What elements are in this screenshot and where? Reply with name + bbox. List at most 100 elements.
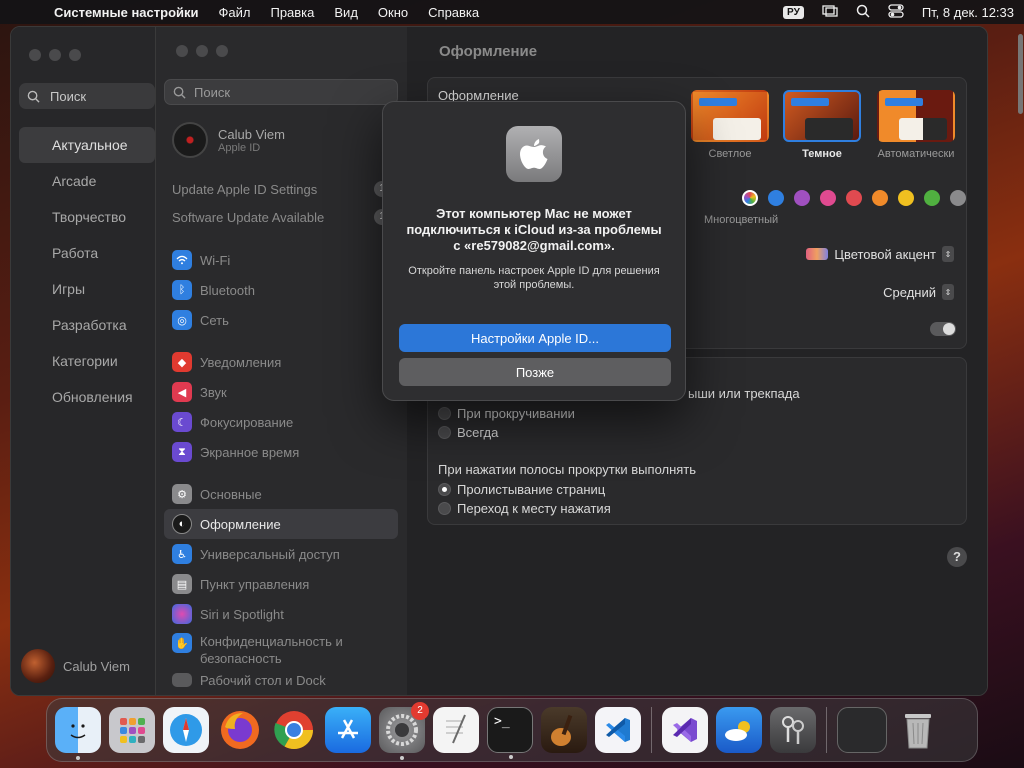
accent-graphite-swatch[interactable] — [950, 190, 966, 206]
sidebar-item-bluetooth[interactable]: ᛒ Bluetooth — [164, 275, 398, 305]
dock: 2 >_ — [46, 698, 978, 762]
menu-app-name[interactable]: Системные настройки — [54, 5, 199, 20]
minimize-button[interactable] — [196, 45, 208, 57]
radio-label: Пролистывание страниц — [457, 482, 606, 497]
apple-id-settings-button[interactable]: Настройки Apple ID... — [399, 324, 671, 352]
vscode-icon[interactable] — [595, 707, 641, 753]
sidebar-item-label: Bluetooth — [200, 282, 255, 298]
theme-light-option[interactable]: Светлое — [690, 90, 770, 160]
menubar-clock[interactable]: Пт, 8 дек. 12:33 — [922, 5, 1014, 20]
highlight-color-chip — [806, 248, 829, 260]
scrollbar-when-scrolling-option[interactable]: При прокручивании — [438, 406, 575, 421]
sidebar-item-focus[interactable]: ☾ Фокусирование — [164, 407, 398, 437]
background-nav-item[interactable]: Актуальное — [19, 127, 155, 163]
sidebar-item-siri[interactable]: Siri и Spotlight — [164, 599, 398, 629]
close-button[interactable] — [176, 45, 188, 57]
sidebar-icon-size-popup[interactable]: Средний ⇕ — [883, 284, 954, 300]
accent-orange-swatch[interactable] — [872, 190, 888, 206]
close-button[interactable] — [29, 49, 41, 61]
background-search-field[interactable]: Поиск — [19, 83, 155, 109]
background-nav-item[interactable]: Обновления — [19, 379, 155, 415]
accent-multicolor-swatch[interactable] — [742, 190, 758, 206]
sidebar-notice-apple-id[interactable]: Update Apple ID Settings 1 — [164, 175, 398, 203]
desktop-scrollbar[interactable] — [1018, 34, 1023, 114]
background-nav-item[interactable]: Категории — [19, 343, 155, 379]
background-nav-item[interactable]: Творчество — [19, 199, 155, 235]
background-nav-item[interactable]: Arcade — [19, 163, 155, 199]
jump-to-spot-option[interactable]: Переход к месту нажатия — [438, 501, 611, 516]
screen-preview-icon[interactable] — [837, 707, 887, 753]
radio-label: При прокручивании — [457, 406, 575, 421]
background-nav-item[interactable]: Разработка — [19, 307, 155, 343]
moon-icon: ☾ — [172, 412, 192, 432]
help-button[interactable]: ? — [947, 547, 967, 567]
sidebar-item-notifications[interactable]: ◆ Уведомления — [164, 347, 398, 377]
accent-pink-swatch[interactable] — [820, 190, 836, 206]
later-button[interactable]: Позже — [399, 358, 671, 386]
input-source-indicator[interactable]: РУ — [783, 5, 804, 19]
dock-separator — [651, 707, 652, 753]
radio-button — [438, 426, 451, 439]
terminal-icon[interactable]: >_ — [487, 707, 533, 759]
menu-window[interactable]: Окно — [378, 5, 408, 20]
bell-icon: ◆ — [172, 352, 192, 372]
background-account[interactable]: Calub Viem — [21, 649, 130, 683]
avatar — [21, 649, 55, 683]
theme-dark-option[interactable]: Темное — [782, 90, 862, 160]
apple-id-account[interactable]: Calub Viem Apple ID — [172, 122, 285, 158]
zoom-button[interactable] — [69, 49, 81, 61]
theme-light-thumbnail — [691, 90, 769, 142]
sidebar-item-network[interactable]: ◎ Сеть — [164, 305, 398, 335]
menu-edit[interactable]: Правка — [270, 5, 314, 20]
jump-to-next-page-option[interactable]: Пролистывание страниц — [438, 482, 605, 497]
globe-icon: ◎ — [172, 310, 192, 330]
sidebar-item-desktop-dock[interactable]: Рабочий стол и Dock — [164, 673, 398, 687]
control-center-icon[interactable] — [888, 3, 904, 21]
menu-help[interactable]: Справка — [428, 5, 479, 20]
keychain-icon[interactable] — [770, 707, 816, 753]
sidebar-item-sound[interactable]: ◀ Звук — [164, 377, 398, 407]
sidebar-item-privacy[interactable]: ✋ Конфиденциальность и безопасность — [164, 629, 398, 673]
menu-file[interactable]: Файл — [219, 5, 251, 20]
spotlight-search-icon[interactable] — [856, 4, 870, 21]
dock-icon — [172, 673, 192, 687]
accent-blue-swatch[interactable] — [768, 190, 784, 206]
wallpaper-tinting-toggle[interactable] — [930, 322, 956, 336]
accent-yellow-swatch[interactable] — [898, 190, 914, 206]
chrome-icon[interactable] — [271, 707, 317, 753]
sidebar-item-label: Рабочий стол и Dock — [200, 673, 326, 687]
zoom-button[interactable] — [216, 45, 228, 57]
accent-purple-swatch[interactable] — [794, 190, 810, 206]
minimize-button[interactable] — [49, 49, 61, 61]
sidebar-item-appearance[interactable]: ◐ Оформление — [164, 509, 398, 539]
highlight-color-popup[interactable]: Цветовой акцент ⇕ — [806, 246, 954, 262]
launchpad-icon[interactable] — [109, 707, 155, 753]
screen-mirroring-icon[interactable] — [822, 4, 838, 20]
trash-icon[interactable] — [895, 707, 941, 753]
sidebar-item-general[interactable]: ⚙ Основные — [164, 479, 398, 509]
radio-button — [438, 502, 451, 515]
sidebar-item-wifi[interactable]: Wi-Fi — [164, 245, 398, 275]
garageband-icon[interactable] — [541, 707, 587, 753]
sidebar-notice-software-update[interactable]: Software Update Available 1 — [164, 203, 398, 231]
weather-icon[interactable] — [716, 707, 762, 753]
app-store-icon[interactable] — [325, 707, 371, 753]
scrollbar-always-option[interactable]: Всегда — [438, 425, 498, 440]
background-nav-item[interactable]: Игры — [19, 271, 155, 307]
accent-green-swatch[interactable] — [924, 190, 940, 206]
textedit-icon[interactable] — [433, 707, 479, 753]
sidebar-item-screen-time[interactable]: ⧗ Экранное время — [164, 437, 398, 467]
finder-icon[interactable] — [55, 707, 101, 760]
theme-auto-option[interactable]: Автоматически — [876, 90, 956, 160]
safari-icon[interactable] — [163, 707, 209, 753]
sidebar-search-field[interactable]: Поиск — [164, 79, 398, 105]
firefox-icon[interactable] — [217, 707, 263, 753]
sidebar-item-accessibility[interactable]: ♿ Универсальный доступ — [164, 539, 398, 569]
visual-studio-icon[interactable] — [662, 707, 708, 753]
sidebar-item-control-center[interactable]: ▤ Пункт управления — [164, 569, 398, 599]
background-nav-item[interactable]: Работа — [19, 235, 155, 271]
menu-view[interactable]: Вид — [334, 5, 358, 20]
notification-badge: 2 — [411, 702, 429, 720]
accent-red-swatch[interactable] — [846, 190, 862, 206]
system-settings-icon[interactable]: 2 — [379, 702, 429, 760]
